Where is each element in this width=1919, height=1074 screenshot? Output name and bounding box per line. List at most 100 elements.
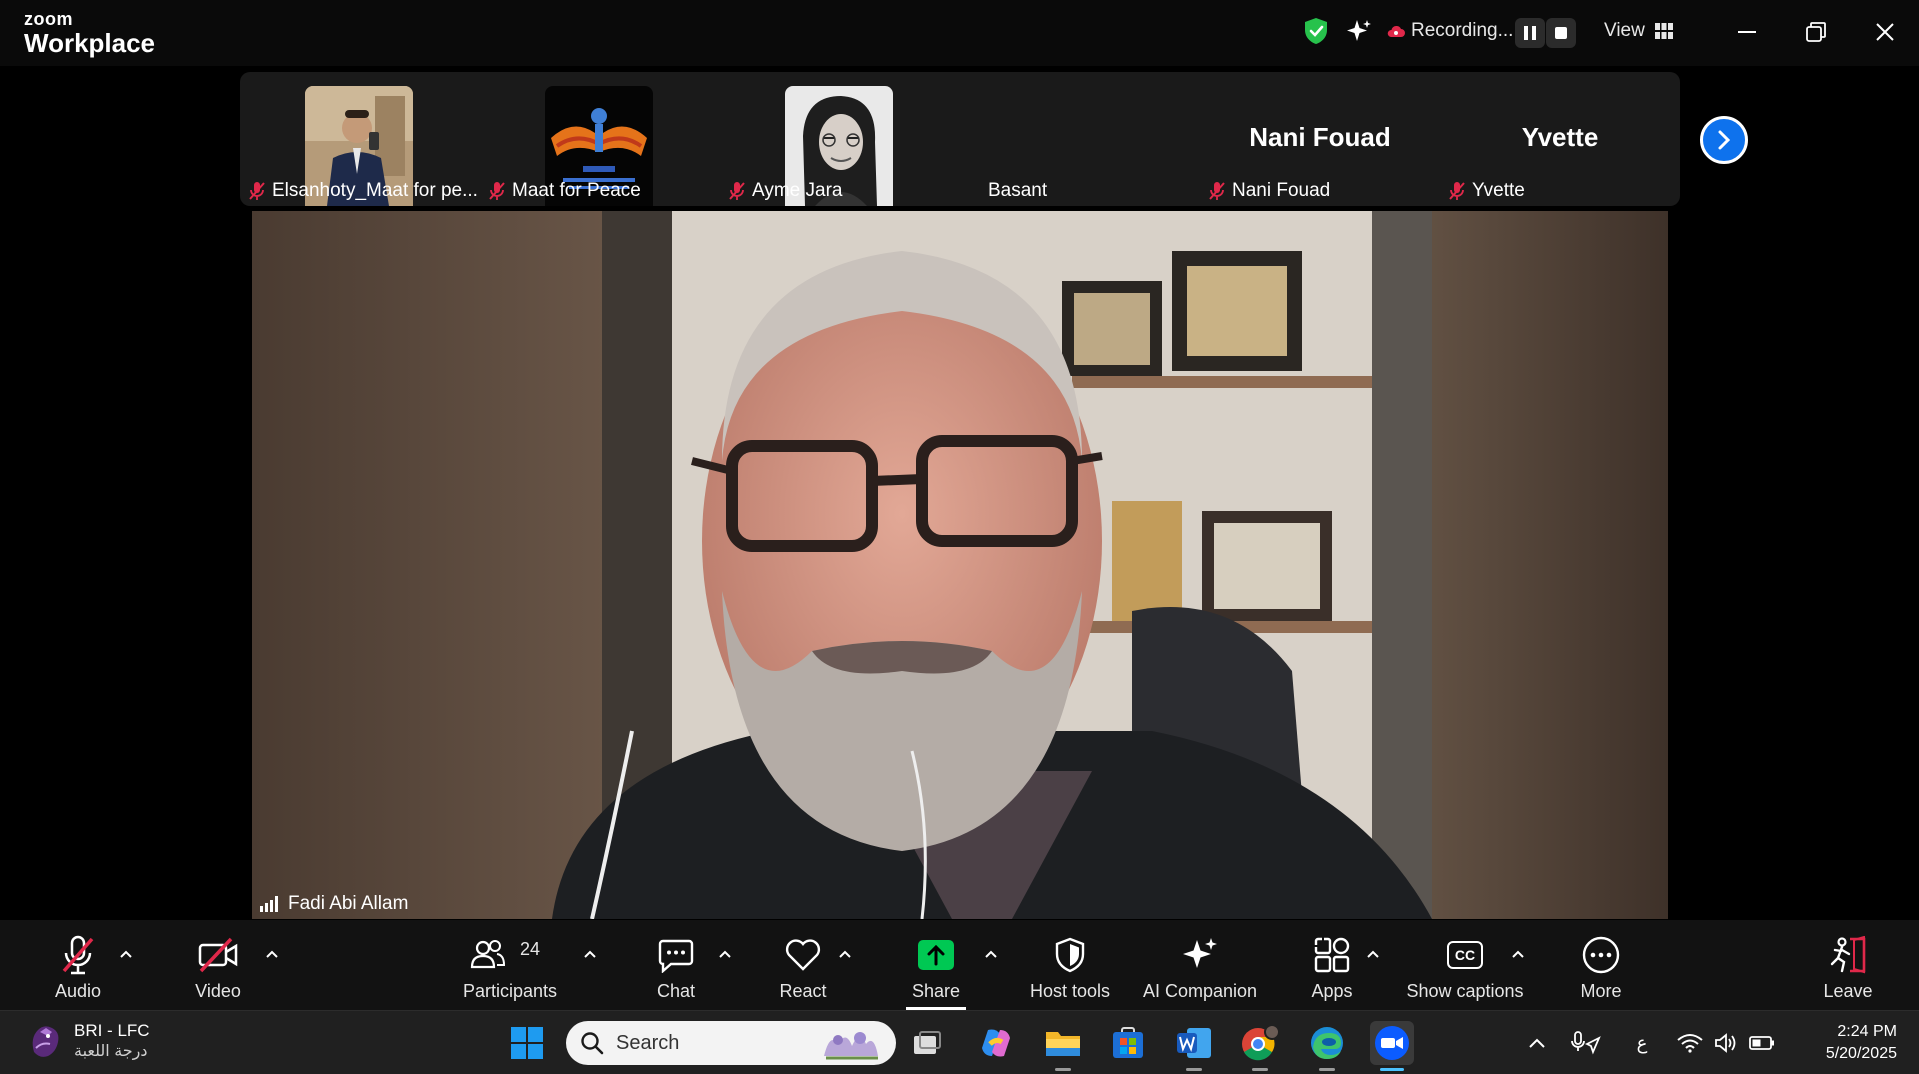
heart-icon xyxy=(785,939,821,971)
copilot-app[interactable] xyxy=(974,1021,1018,1065)
share-options-caret[interactable] xyxy=(983,946,999,962)
ai-sparkle-icon xyxy=(1183,938,1217,968)
leave-button[interactable]: Leave xyxy=(1818,920,1878,1010)
more-button[interactable]: More xyxy=(1570,920,1632,1010)
windows-logo-icon xyxy=(511,1027,543,1059)
muted-mic-icon xyxy=(62,935,94,975)
participant-tile[interactable]: Ayme Jara xyxy=(720,72,960,206)
chevron-up-icon xyxy=(1367,950,1379,958)
ai-companion-label: AI Companion xyxy=(1142,981,1258,1001)
participant-tile[interactable]: Maat for Peace xyxy=(480,72,720,206)
search-icon xyxy=(581,1032,604,1055)
zoom-icon xyxy=(1375,1026,1409,1060)
speaker-label: Fadi Abi Allam xyxy=(260,893,408,915)
grid-view-icon xyxy=(1654,23,1673,39)
chat-options-caret[interactable] xyxy=(717,946,733,962)
taskbar-search[interactable]: Search xyxy=(566,1021,896,1065)
task-view-icon xyxy=(914,1031,941,1054)
chevron-up-icon xyxy=(1529,1038,1545,1048)
show-captions-button[interactable]: CC Show captions xyxy=(1400,920,1530,1010)
brand-workplace: Workplace xyxy=(24,28,156,58)
participants-button[interactable]: 24 Participants xyxy=(458,920,562,1010)
store-app[interactable] xyxy=(1106,1021,1150,1065)
captions-options-caret[interactable] xyxy=(1510,946,1526,962)
share-button[interactable]: Share xyxy=(906,920,966,1010)
more-label: More xyxy=(1580,981,1622,1001)
apps-label: Apps xyxy=(1311,981,1353,1001)
chrome-icon xyxy=(1242,1024,1280,1061)
active-speaker-video[interactable]: Fadi Abi Allam xyxy=(252,211,1668,919)
participants-icon xyxy=(470,940,506,969)
more-options-icon xyxy=(1582,936,1620,974)
chat-icon xyxy=(658,939,694,973)
participant-name: Elsanhoty_Maat for pe... xyxy=(272,180,478,201)
next-page-button[interactable] xyxy=(1700,116,1748,164)
cc-icon-text: CC xyxy=(1454,947,1476,963)
encryption-shield-icon[interactable] xyxy=(1303,17,1329,45)
recording-label: Recording... xyxy=(1411,20,1514,41)
ai-companion-button[interactable]: AI Companion xyxy=(1138,920,1262,1010)
participant-tile[interactable]: Elsanhoty_Maat for pe... xyxy=(240,72,480,206)
view-button[interactable]: View xyxy=(1604,20,1673,42)
minimize-icon xyxy=(1738,31,1756,33)
input-language-label: ع xyxy=(1636,1032,1648,1053)
muted-mic-icon xyxy=(1449,182,1465,200)
search-highlight-image xyxy=(824,1032,878,1060)
share-screen-icon xyxy=(918,940,954,970)
close-button[interactable] xyxy=(1865,14,1905,50)
location-tray-button[interactable] xyxy=(1563,1021,1607,1065)
react-button[interactable]: React xyxy=(772,920,834,1010)
system-clock[interactable]: 2:24 PM 5/20/2025 xyxy=(1826,1021,1897,1065)
host-tools-button[interactable]: Host tools xyxy=(1020,920,1120,1010)
react-label: React xyxy=(779,981,827,1001)
word-app[interactable] xyxy=(1172,1021,1216,1071)
participants-options-caret[interactable] xyxy=(582,946,598,962)
participant-name: Maat for Peace xyxy=(512,180,641,201)
sports-widget[interactable]: BRI - LFC درجة اللعبة xyxy=(28,1021,150,1061)
speaker-name: Fadi Abi Allam xyxy=(288,893,409,914)
participant-tile[interactable]: Basant xyxy=(960,72,1200,206)
participant-display-name: Nani Fouad xyxy=(1249,122,1391,152)
quick-settings-button[interactable] xyxy=(1676,1021,1776,1065)
minimize-button[interactable] xyxy=(1727,14,1767,50)
input-language-button[interactable]: ع xyxy=(1620,1021,1664,1065)
restore-button[interactable] xyxy=(1796,14,1836,50)
leave-door-icon xyxy=(1830,936,1866,974)
start-button[interactable] xyxy=(505,1021,549,1065)
task-view-button[interactable] xyxy=(905,1021,949,1065)
restore-icon xyxy=(1806,22,1826,42)
zoom-app[interactable] xyxy=(1370,1021,1414,1071)
chevron-up-icon xyxy=(1512,950,1524,958)
video-off-icon xyxy=(198,937,238,973)
participant-tile[interactable]: Nani Fouad Nani Fouad xyxy=(1200,72,1440,206)
react-options-caret[interactable] xyxy=(837,946,853,962)
chevron-up-icon xyxy=(120,950,132,958)
signal-strength-icon xyxy=(260,896,278,912)
muted-mic-icon xyxy=(489,182,505,200)
word-icon xyxy=(1177,1028,1211,1058)
pause-icon xyxy=(1524,26,1536,40)
muted-mic-icon xyxy=(249,182,265,200)
audio-options-caret[interactable] xyxy=(118,946,134,962)
video-button[interactable]: Video xyxy=(182,920,254,1010)
ai-sparkle-icon[interactable] xyxy=(1345,18,1373,46)
file-explorer-app[interactable] xyxy=(1041,1021,1085,1071)
os-taskbar: BRI - LFC درجة اللعبة Search ع 2:24 PM 5… xyxy=(0,1010,1919,1074)
chat-button[interactable]: Chat xyxy=(646,920,706,1010)
running-indicator xyxy=(1186,1068,1202,1071)
stop-recording-button[interactable] xyxy=(1546,18,1576,48)
chevron-right-icon xyxy=(1718,130,1731,150)
apps-button[interactable]: Apps xyxy=(1302,920,1362,1010)
show-hidden-icons-button[interactable] xyxy=(1515,1021,1559,1065)
pause-recording-button[interactable] xyxy=(1515,18,1545,48)
chrome-app[interactable] xyxy=(1238,1021,1282,1071)
host-shield-icon xyxy=(1055,937,1085,973)
participant-tile[interactable]: Yvette Yvette xyxy=(1440,72,1680,206)
video-options-caret[interactable] xyxy=(264,946,280,962)
apps-icon xyxy=(1314,937,1350,973)
app-logo: zoom Workplace xyxy=(24,10,155,56)
copilot-icon xyxy=(982,1029,1010,1057)
apps-options-caret[interactable] xyxy=(1365,946,1381,962)
audio-button[interactable]: Audio xyxy=(42,920,114,1010)
edge-app[interactable] xyxy=(1305,1021,1349,1071)
